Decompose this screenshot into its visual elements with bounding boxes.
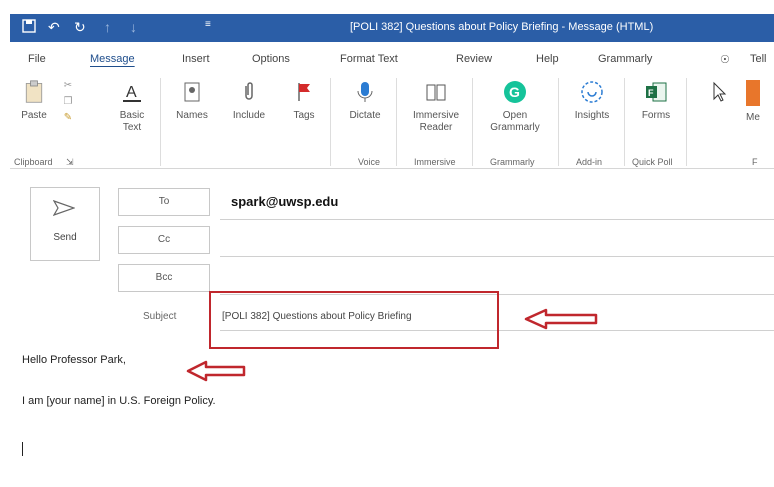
cursor-icon <box>690 80 750 110</box>
immersive-reader-button[interactable]: Immersive Reader <box>406 80 466 134</box>
ribbon: Paste ✂ ❐ ✎ A Basic Text Names Include T… <box>10 72 774 169</box>
up-arrow-icon[interactable]: ↑ <box>104 19 111 35</box>
tags-label: Tags <box>293 110 315 121</box>
paperclip-icon <box>245 82 253 100</box>
text-format-icon: A <box>123 84 141 102</box>
customize-menu-icon[interactable]: ≡ <box>205 19 211 30</box>
forms-button[interactable]: F Forms <box>632 80 680 122</box>
names-label: Names <box>176 110 208 121</box>
text-cursor <box>22 442 23 456</box>
ribbon-separator <box>624 78 625 166</box>
send-label: Send <box>53 232 77 243</box>
basic-text-label: Basic Text <box>119 110 145 133</box>
clipboard-icon <box>25 80 43 103</box>
subject-label: Subject <box>143 311 177 322</box>
body-greeting: Hello Professor Park, <box>22 354 126 366</box>
more-button[interactable]: Me <box>746 80 774 124</box>
group-label-clipboard: Clipboard <box>14 157 53 167</box>
cc-field[interactable] <box>220 256 774 257</box>
to-button[interactable]: To <box>118 188 210 216</box>
open-grammarly-label: Open Grammarly <box>490 110 540 133</box>
cut-copy-buttons[interactable]: ✂ ❐ ✎ <box>56 80 80 124</box>
tab-tell-me[interactable]: Tell <box>750 53 767 65</box>
insights-icon <box>581 81 603 103</box>
down-arrow-icon[interactable]: ↓ <box>130 19 137 35</box>
tab-message[interactable]: Message <box>90 53 135 65</box>
dialog-launcher-icon[interactable]: ⇲ <box>66 157 74 168</box>
basic-text-button[interactable]: A Basic Text <box>110 80 154 134</box>
paste-label: Paste <box>21 110 47 121</box>
undo-icon[interactable]: ↶ <box>48 19 60 36</box>
dictate-button[interactable]: Dictate <box>340 80 390 122</box>
format-painter-icon: ✎ <box>63 112 73 123</box>
book-icon <box>426 84 446 101</box>
svg-text:G: G <box>509 84 520 100</box>
to-field[interactable]: spark@uwsp.edu <box>231 194 338 209</box>
ribbon-separator <box>472 78 473 166</box>
bcc-button[interactable]: Bcc <box>118 264 210 292</box>
group-label-quick-poll: Quick Poll <box>632 157 673 167</box>
body-intro: I am [your name] in U.S. Foreign Policy. <box>22 395 216 407</box>
tab-grammarly[interactable]: Grammarly <box>598 53 652 65</box>
include-label: Include <box>232 110 266 121</box>
forms-icon: F <box>646 82 667 102</box>
ribbon-separator <box>330 78 331 166</box>
more-label: Me <box>746 112 760 123</box>
open-grammarly-button[interactable]: G Open Grammarly <box>480 80 550 134</box>
tags-button[interactable]: Tags <box>284 80 324 122</box>
tab-options[interactable]: Options <box>252 53 290 65</box>
cc-button[interactable]: Cc <box>118 226 210 254</box>
forms-label: Forms <box>641 110 671 121</box>
tab-help[interactable]: Help <box>536 53 559 65</box>
ribbon-separator <box>686 78 687 166</box>
immersive-reader-label: Immersive Reader <box>412 110 460 133</box>
window-title: [POLI 382] Questions about Policy Briefi… <box>350 21 654 33</box>
subject-arrow-icon <box>524 308 598 330</box>
to-field-underline <box>220 219 774 220</box>
paste-button[interactable]: Paste <box>14 80 54 122</box>
send-icon <box>53 200 75 216</box>
names-button[interactable]: Names <box>170 80 214 122</box>
title-bar: ↶ ↻ ↑ ↓ ≡ [POLI 382] Questions about Pol… <box>10 14 774 42</box>
svg-text:F: F <box>648 88 654 98</box>
group-label-more: F <box>752 157 758 167</box>
address-book-icon <box>184 82 200 102</box>
group-label-grammarly: Grammarly <box>490 157 535 167</box>
tab-review[interactable]: Review <box>456 53 492 65</box>
copy-icon: ❐ <box>63 96 73 107</box>
insights-label: Insights <box>574 110 610 121</box>
save-icon[interactable] <box>22 19 36 36</box>
svg-text:A: A <box>126 84 137 101</box>
more-app-icon <box>746 80 760 106</box>
group-label-voice: Voice <box>358 157 381 167</box>
group-label-add-in: Add-in <box>576 157 603 167</box>
include-button[interactable]: Include <box>224 80 274 122</box>
ribbon-separator <box>558 78 559 166</box>
ribbon-separator <box>396 78 397 166</box>
ribbon-tabs: File Message Insert Options Format Text … <box>10 44 774 72</box>
flag-icon <box>298 83 310 101</box>
microphone-icon <box>357 82 373 102</box>
scissors-icon: ✂ <box>63 80 73 91</box>
grammarly-icon: G <box>504 81 526 103</box>
tab-insert[interactable]: Insert <box>182 53 210 65</box>
group-label-immersive: Immersive <box>414 157 456 167</box>
ribbon-separator <box>160 78 161 166</box>
tab-format-text[interactable]: Format Text <box>340 53 398 65</box>
greeting-arrow-icon <box>186 360 246 382</box>
redo-icon[interactable]: ↻ <box>74 19 86 36</box>
dictate-label: Dictate <box>349 110 381 121</box>
insights-button[interactable]: Insights <box>566 80 618 122</box>
lightbulb-icon: ☉ <box>720 54 730 66</box>
tab-file[interactable]: File <box>28 53 46 65</box>
send-button[interactable]: Send <box>30 187 100 261</box>
subject-highlight-box <box>209 291 499 349</box>
